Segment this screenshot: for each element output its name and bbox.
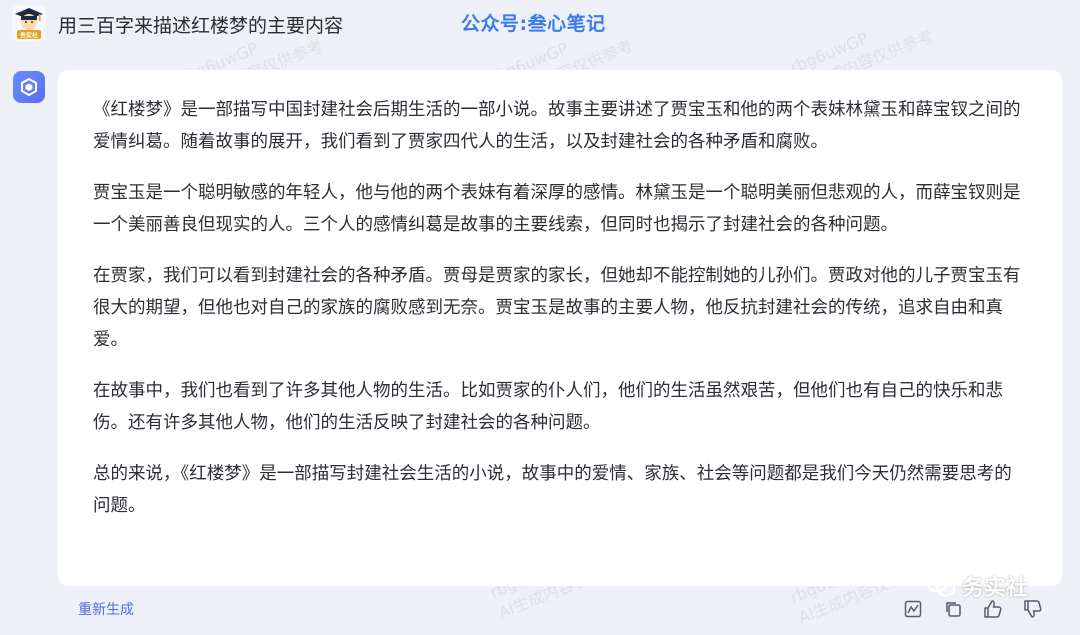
- answer-paragraph: 贾宝玉是一个聪明敏感的年轻人，他与他的两个表妹有着深厚的感情。林黛玉是一个聪明美…: [93, 183, 1021, 235]
- answer-paragraph: 在贾家，我们可以看到封建社会的各种矛盾。贾母是贾家的家长，但她却不能控制她的儿孙…: [93, 266, 1021, 350]
- answer-card: 《红楼梦》是一部描写中国封建社会后期生活的一部小说。故事主要讲述了贾宝玉和他的两…: [58, 70, 1062, 586]
- chart-icon: [904, 600, 922, 618]
- answer-paragraph: 《红楼梦》是一部描写中国封建社会后期生活的一部小说。故事主要讲述了贾宝玉和他的两…: [93, 100, 1021, 152]
- brand-watermark: 务实社: [926, 570, 1028, 602]
- bot-logo-glyph: [21, 77, 37, 97]
- thumbs-up-icon: [984, 600, 1002, 618]
- avatar-icon: 务实社: [12, 5, 46, 41]
- avatar: 务实社: [12, 5, 46, 41]
- brand-name: 务实社: [962, 576, 1029, 601]
- copy-icon: [946, 602, 961, 617]
- thumbs-down-icon: [1024, 600, 1042, 618]
- regenerate-button[interactable]: 重新生成: [78, 599, 134, 619]
- watermark-banner: 公众号:叁心笔记: [461, 13, 606, 35]
- wechat-icon: [926, 573, 956, 597]
- chart-button[interactable]: [898, 596, 928, 622]
- user-question: 用三百字来描述红楼梦的主要内容: [58, 15, 344, 37]
- answer-paragraph: 总的来说，《红楼梦》是一部描写封建社会生活的小说，故事中的爱情、家族、社会等问题…: [93, 464, 1012, 516]
- avatar-caption: 务实社: [20, 32, 38, 40]
- bot-logo-icon: [13, 71, 45, 103]
- answer-paragraph: 在故事中，我们也看到了许多其他人物的生活。比如贾家的仆人们，他们的生活虽然艰苦，…: [93, 381, 1003, 433]
